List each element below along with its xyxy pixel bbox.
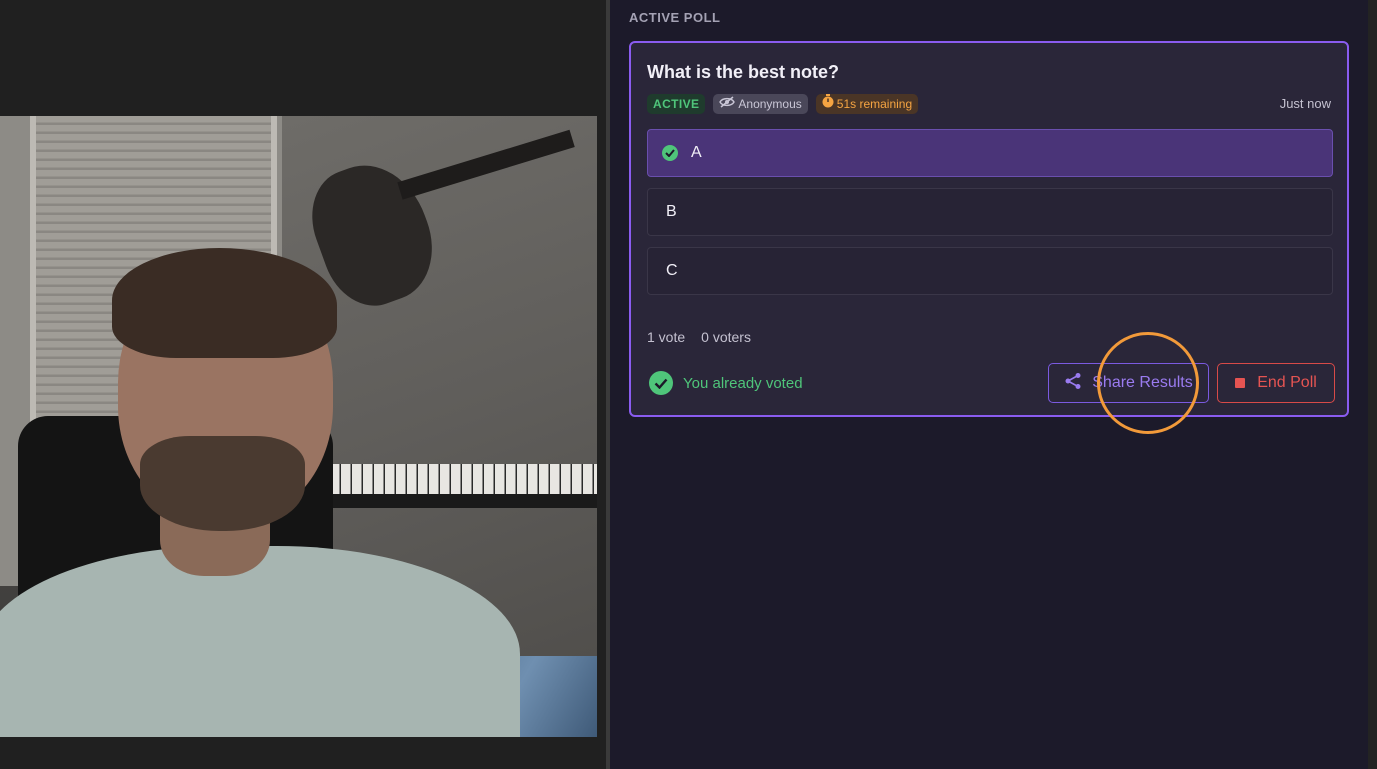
webcam-video [0,116,597,737]
share-results-label: Share Results [1092,374,1193,391]
share-results-button[interactable]: Share Results [1048,363,1209,403]
voted-status: You already voted [649,371,803,395]
poll-option-b[interactable]: B [647,188,1333,236]
timer-label: 51s remaining [836,97,913,111]
video-keyboard [330,464,597,494]
check-circle-icon [662,145,678,161]
stop-icon [1235,378,1246,388]
app-root: ACTIVE POLL What is the best note? ACTIV… [0,0,1377,769]
voter-count: 0 voters [701,329,751,345]
end-poll-label: End Poll [1257,374,1317,391]
poll-stats: 1 vote 0 voters [647,329,751,345]
voted-message: You already voted [683,374,803,392]
stopwatch-icon [822,94,834,114]
share-icon [1064,372,1082,395]
video-person-shirt [0,546,520,737]
video-keyboard-base [330,494,597,508]
poll-option-label: A [691,144,702,161]
anonymous-badge: Anonymous [713,94,808,114]
poll-question: What is the best note? [647,62,840,82]
vote-count: 1 vote [647,329,686,345]
poll-badges: ACTIVE Anonymous 51s remaining [647,94,919,114]
right-edge [1368,0,1377,769]
poll-option-label: C [666,262,678,279]
poll-option-c[interactable]: C [647,247,1333,295]
check-circle-icon [649,371,673,395]
anonymous-badge-label: Anonymous [738,97,802,111]
video-person-beard [140,436,305,531]
end-poll-button[interactable]: End Poll [1217,363,1335,403]
status-badge: ACTIVE [647,94,706,114]
video-person-hair [112,248,337,358]
video-area [0,0,606,769]
timer-badge: 51s remaining [815,94,919,114]
section-title: ACTIVE POLL [629,10,721,25]
poll-panel: ACTIVE POLL What is the best note? ACTIV… [610,0,1368,769]
eye-off-icon [719,94,736,114]
poll-option-label: B [666,203,677,220]
poll-option-a[interactable]: A [647,129,1333,177]
poll-timestamp: Just now [1279,96,1331,111]
poll-card: What is the best note? ACTIVE Anonymous [629,41,1349,417]
